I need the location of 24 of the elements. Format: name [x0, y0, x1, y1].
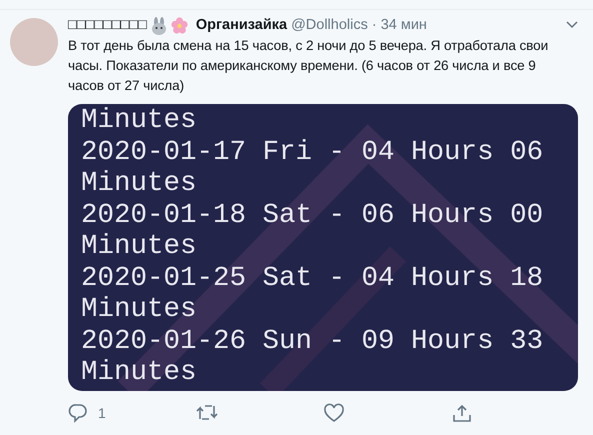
- screenshot-text-line: Minutes: [81, 105, 197, 136]
- screenshot-text-line: 2020-01-18 Sat - 06 Hours 00: [81, 200, 544, 231]
- share-icon[interactable]: [450, 403, 472, 423]
- screenshot-text-line: Minutes: [81, 294, 197, 326]
- rabbit-icon: [150, 16, 167, 34]
- screenshot-text-line: 2020-01-17 Fri - 04 Hours 06: [81, 136, 544, 168]
- display-name[interactable]: Организайка: [196, 16, 288, 35]
- reply-icon[interactable]: [68, 403, 90, 423]
- screenshot-text-line: Minutes: [81, 231, 197, 262]
- flower-icon: [170, 16, 188, 34]
- retweet-icon[interactable]: [196, 403, 218, 423]
- separator-dot: ·: [372, 16, 377, 35]
- screenshot-text-line: 2020-01-26 Sun - 09 Hours 33: [81, 326, 544, 357]
- reply-count: 1: [98, 404, 106, 422]
- tweet-text: В тот день была смена на 15 часов, с 2 ночи до 5 вечера. Я отработала свои часы. Показатели по американскому времени. (6 часов от 26 числа и все 9 часов от 27 числа): [68, 37, 550, 95]
- screenshot-text-line: Minutes: [81, 168, 197, 200]
- attached-screenshot[interactable]: Minutes 2020-01-17 Fri - 04 Hours 06 Minutes 2020-01-18 Sat - 06 Hours 00 Minutes 2020-01-25 Sat - 04 Hours 18 Minutes 2020-01-26 Sun - 09 Hours 33 Minutes: [68, 104, 578, 391]
- tweet-time[interactable]: 34 мин: [380, 16, 427, 35]
- screenshot-text-line: Minutes: [81, 357, 197, 388]
- heart-icon[interactable]: [323, 403, 345, 423]
- author-name[interactable]: □□□□□□□□□: [68, 16, 147, 35]
- screenshot-text-line: 2020-01-25 Sat - 04 Hours 18: [81, 262, 544, 294]
- user-handle[interactable]: @Dollholics: [291, 16, 368, 35]
- chevron-down-icon[interactable]: [566, 21, 578, 30]
